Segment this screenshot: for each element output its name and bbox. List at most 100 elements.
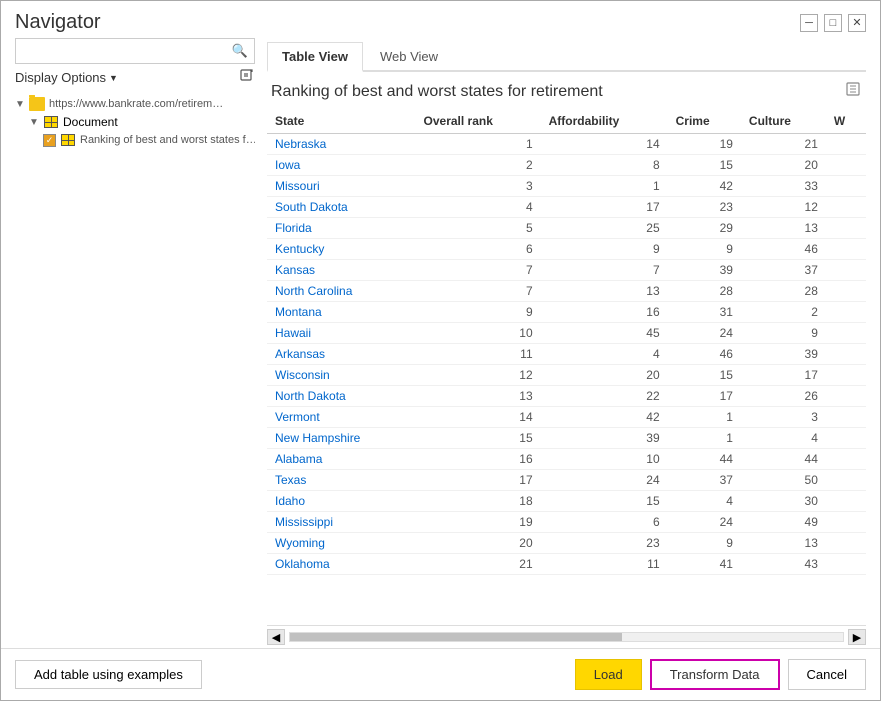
cell-value: 12 xyxy=(416,365,541,386)
maximize-button[interactable]: □ xyxy=(824,14,842,32)
tab-table-view[interactable]: Table View xyxy=(267,42,363,72)
cell-value: 20 xyxy=(541,365,668,386)
cell-value: 17 xyxy=(741,365,826,386)
cell-value: 1 xyxy=(668,407,741,428)
table-row: Oklahoma21114143 xyxy=(267,554,866,575)
cell-value: 13 xyxy=(741,218,826,239)
cell-value: 6 xyxy=(541,512,668,533)
cell-value: 19 xyxy=(416,512,541,533)
table-row: Wisconsin12201517 xyxy=(267,365,866,386)
cell-value: 39 xyxy=(741,344,826,365)
tree-toggle-url: ▼ xyxy=(15,99,25,110)
export-icon xyxy=(844,80,862,98)
cell-value xyxy=(826,239,866,260)
col-afford: Affordability xyxy=(541,109,668,134)
tree-node-table[interactable]: ✓ Ranking of best and worst states for r… xyxy=(15,131,255,149)
add-table-button[interactable]: Add table using examples xyxy=(15,660,202,689)
tree-node-document[interactable]: ▼ Document xyxy=(15,113,255,131)
footer: Add table using examples Load Transform … xyxy=(1,648,880,700)
footer-left: Add table using examples xyxy=(15,660,202,689)
col-culture: Culture xyxy=(741,109,826,134)
data-table-scroll[interactable]: State Overall rank Affordability Crime C… xyxy=(267,109,866,625)
cell-value: 12 xyxy=(741,197,826,218)
cell-state: Wyoming xyxy=(267,533,416,554)
scroll-right-button[interactable]: ▶ xyxy=(848,629,866,645)
table-row: Wyoming2023913 xyxy=(267,533,866,554)
cell-value: 8 xyxy=(541,155,668,176)
title-bar: Navigator ─ □ ✕ xyxy=(1,1,880,38)
cell-value: 17 xyxy=(541,197,668,218)
table-export-button[interactable] xyxy=(844,80,862,103)
cell-value: 49 xyxy=(741,512,826,533)
table-row: Iowa281520 xyxy=(267,155,866,176)
cell-value: 41 xyxy=(668,554,741,575)
window-controls: ─ □ ✕ xyxy=(800,14,866,32)
table-row: North Dakota13221726 xyxy=(267,386,866,407)
cell-value: 4 xyxy=(541,344,668,365)
col-crime: Crime xyxy=(668,109,741,134)
cell-value: 10 xyxy=(416,323,541,344)
cell-value xyxy=(826,386,866,407)
cell-state: Kentucky xyxy=(267,239,416,260)
table-checkbox-row: ✓ Ranking of best and worst states for r… xyxy=(43,133,255,147)
table-header: State Overall rank Affordability Crime C… xyxy=(267,109,866,134)
cell-value: 46 xyxy=(741,239,826,260)
left-panel: 🔍 Display Options ▼ ▼ xyxy=(15,38,255,648)
cell-value: 2 xyxy=(416,155,541,176)
tree-toggle-doc: ▼ xyxy=(29,117,39,128)
cell-state: Montana xyxy=(267,302,416,323)
minimize-button[interactable]: ─ xyxy=(800,14,818,32)
cell-value: 7 xyxy=(416,260,541,281)
data-table-wrapper: State Overall rank Affordability Crime C… xyxy=(267,109,866,648)
table-header-row: Ranking of best and worst states for ret… xyxy=(267,72,866,109)
cell-value: 44 xyxy=(741,449,826,470)
cell-value: 23 xyxy=(668,197,741,218)
cell-value: 15 xyxy=(668,365,741,386)
cell-value xyxy=(826,323,866,344)
cell-state: Nebraska xyxy=(267,134,416,155)
cell-value: 7 xyxy=(541,260,668,281)
scroll-left-button[interactable]: ◀ xyxy=(267,629,285,645)
table-row: Idaho1815430 xyxy=(267,491,866,512)
cell-value: 17 xyxy=(416,470,541,491)
tree-node-url[interactable]: ▼ https://www.bankrate.com/retirement/be… xyxy=(15,95,255,113)
cancel-button[interactable]: Cancel xyxy=(788,659,866,690)
close-button[interactable]: ✕ xyxy=(848,14,866,32)
table-grid-icon xyxy=(61,134,75,146)
cell-value: 15 xyxy=(416,428,541,449)
cell-value: 39 xyxy=(541,428,668,449)
display-options-button[interactable]: Display Options ▼ xyxy=(15,70,118,85)
cell-value: 20 xyxy=(416,533,541,554)
table-checkbox[interactable]: ✓ xyxy=(43,134,56,147)
cell-value: 1 xyxy=(668,428,741,449)
cell-value: 25 xyxy=(541,218,668,239)
table-row: South Dakota4172312 xyxy=(267,197,866,218)
cell-value: 13 xyxy=(416,386,541,407)
url-label: https://www.bankrate.com/retirement/best… xyxy=(49,98,229,110)
cell-state: New Hampshire xyxy=(267,428,416,449)
table-row: Kansas773937 xyxy=(267,260,866,281)
transform-data-button[interactable]: Transform Data xyxy=(650,659,780,690)
cell-value xyxy=(826,533,866,554)
col-w: W xyxy=(826,109,866,134)
table-row: Texas17243750 xyxy=(267,470,866,491)
cell-value: 9 xyxy=(668,533,741,554)
search-button[interactable]: 🔍 xyxy=(226,39,254,63)
scroll-thumb[interactable] xyxy=(290,633,622,641)
table-row: Florida5252913 xyxy=(267,218,866,239)
table-row: Nebraska1141921 xyxy=(267,134,866,155)
search-input[interactable] xyxy=(16,40,226,62)
cell-value xyxy=(826,302,866,323)
cell-value: 17 xyxy=(668,386,741,407)
tab-web-view[interactable]: Web View xyxy=(365,42,453,70)
refresh-button[interactable] xyxy=(239,68,255,87)
content-area: 🔍 Display Options ▼ ▼ xyxy=(1,38,880,648)
cell-value xyxy=(826,134,866,155)
cell-state: South Dakota xyxy=(267,197,416,218)
cell-value: 9 xyxy=(416,302,541,323)
grid-icon xyxy=(44,116,58,128)
cell-value: 30 xyxy=(741,491,826,512)
cell-state: Vermont xyxy=(267,407,416,428)
load-button[interactable]: Load xyxy=(575,659,642,690)
cell-value: 11 xyxy=(416,344,541,365)
